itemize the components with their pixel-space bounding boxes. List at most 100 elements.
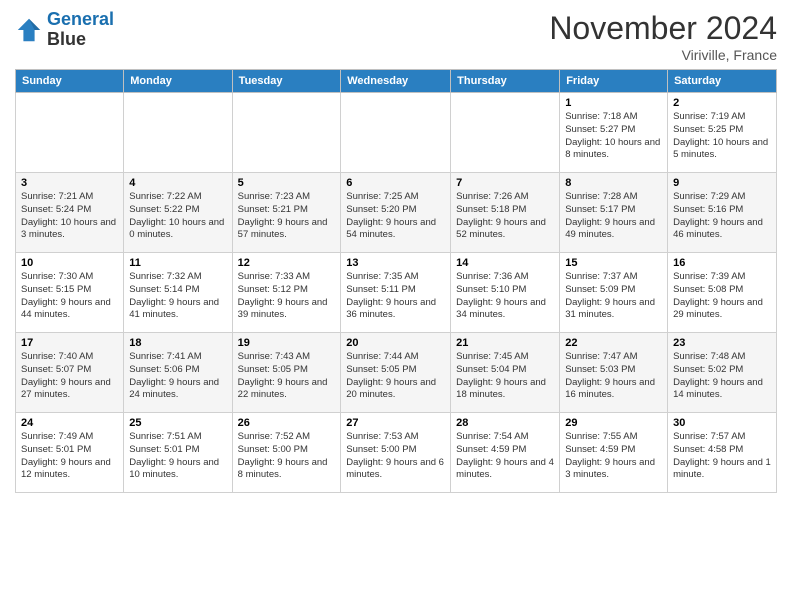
calendar-cell <box>451 93 560 173</box>
day-info: Sunrise: 7:47 AM Sunset: 5:03 PM Dayligh… <box>565 351 662 402</box>
day-info: Sunrise: 7:52 AM Sunset: 5:00 PM Dayligh… <box>238 431 336 482</box>
calendar-cell: 1 Sunrise: 7:18 AM Sunset: 5:27 PM Daylig… <box>560 93 668 173</box>
day-number: 29 <box>565 417 662 429</box>
calendar-header-row: SundayMondayTuesdayWednesdayThursdayFrid… <box>16 70 777 93</box>
day-info: Sunrise: 7:22 AM Sunset: 5:22 PM Dayligh… <box>129 191 226 242</box>
day-number: 19 <box>238 337 336 349</box>
calendar-week-5: 24Sunrise: 7:49 AM Sunset: 5:01 PM Dayli… <box>16 413 777 493</box>
day-number: 10 <box>21 257 118 269</box>
day-info: Sunrise: 7:43 AM Sunset: 5:05 PM Dayligh… <box>238 351 336 402</box>
calendar-cell: 12 Sunrise: 7:33 AM Sunset: 5:12 PM Dayli… <box>232 253 341 333</box>
logo-icon <box>15 16 43 44</box>
calendar-week-3: 10 Sunrise: 7:30 AM Sunset: 5:15 PM Dayli… <box>16 253 777 333</box>
calendar-cell: 27 Sunrise: 7:53 AM Sunset: 5:00 PM Dayli… <box>341 413 451 493</box>
calendar-cell: 8 Sunrise: 7:28 AM Sunset: 5:17 PM Daylig… <box>560 173 668 253</box>
day-number: 18 <box>129 337 226 349</box>
day-info: Sunrise: 7:55 AM Sunset: 4:59 PM Dayligh… <box>565 431 662 482</box>
calendar-cell: 4Sunrise: 7:22 AM Sunset: 5:22 PM Daylig… <box>124 173 232 253</box>
calendar-cell: 29 Sunrise: 7:55 AM Sunset: 4:59 PM Dayli… <box>560 413 668 493</box>
calendar-cell: 5Sunrise: 7:23 AM Sunset: 5:21 PM Daylig… <box>232 173 341 253</box>
calendar-cell: 30 Sunrise: 7:57 AM Sunset: 4:58 PM Dayli… <box>668 413 777 493</box>
day-number: 12 <box>238 257 336 269</box>
day-number: 20 <box>346 337 445 349</box>
day-number: 28 <box>456 417 554 429</box>
calendar-cell: 9 Sunrise: 7:29 AM Sunset: 5:16 PM Daylig… <box>668 173 777 253</box>
day-number: 9 <box>673 177 771 189</box>
calendar-cell: 3Sunrise: 7:21 AM Sunset: 5:24 PM Daylig… <box>16 173 124 253</box>
calendar-cell <box>341 93 451 173</box>
day-info: Sunrise: 7:26 AM Sunset: 5:18 PM Dayligh… <box>456 191 554 242</box>
day-info: Sunrise: 7:57 AM Sunset: 4:58 PM Dayligh… <box>673 431 771 482</box>
day-number: 23 <box>673 337 771 349</box>
weekday-header-thursday: Thursday <box>451 70 560 93</box>
calendar-cell: 16Sunrise: 7:39 AM Sunset: 5:08 PM Dayli… <box>668 253 777 333</box>
calendar-cell <box>16 93 124 173</box>
calendar-cell: 11 Sunrise: 7:32 AM Sunset: 5:14 PM Dayli… <box>124 253 232 333</box>
weekday-header-monday: Monday <box>124 70 232 93</box>
calendar-cell: 21 Sunrise: 7:45 AM Sunset: 5:04 PM Dayli… <box>451 333 560 413</box>
calendar-body: 1 Sunrise: 7:18 AM Sunset: 5:27 PM Daylig… <box>16 93 777 493</box>
day-number: 30 <box>673 417 771 429</box>
calendar-cell: 6 Sunrise: 7:25 AM Sunset: 5:20 PM Daylig… <box>341 173 451 253</box>
month-title: November 2024 <box>549 10 777 47</box>
weekday-header-friday: Friday <box>560 70 668 93</box>
day-number: 14 <box>456 257 554 269</box>
calendar-cell: 17Sunrise: 7:40 AM Sunset: 5:07 PM Dayli… <box>16 333 124 413</box>
day-info: Sunrise: 7:21 AM Sunset: 5:24 PM Dayligh… <box>21 191 118 242</box>
calendar-cell: 14 Sunrise: 7:36 AM Sunset: 5:10 PM Dayli… <box>451 253 560 333</box>
day-number: 13 <box>346 257 445 269</box>
calendar-cell <box>124 93 232 173</box>
day-number: 26 <box>238 417 336 429</box>
calendar-cell: 15Sunrise: 7:37 AM Sunset: 5:09 PM Dayli… <box>560 253 668 333</box>
logo: General Blue <box>15 10 114 50</box>
calendar-cell: 13 Sunrise: 7:35 AM Sunset: 5:11 PM Dayli… <box>341 253 451 333</box>
day-info: Sunrise: 7:54 AM Sunset: 4:59 PM Dayligh… <box>456 431 554 482</box>
day-number: 6 <box>346 177 445 189</box>
day-number: 27 <box>346 417 445 429</box>
day-number: 11 <box>129 257 226 269</box>
day-info: Sunrise: 7:33 AM Sunset: 5:12 PM Dayligh… <box>238 271 336 322</box>
calendar-cell: 18 Sunrise: 7:41 AM Sunset: 5:06 PM Dayli… <box>124 333 232 413</box>
day-number: 8 <box>565 177 662 189</box>
calendar-cell: 22 Sunrise: 7:47 AM Sunset: 5:03 PM Dayli… <box>560 333 668 413</box>
day-info: Sunrise: 7:29 AM Sunset: 5:16 PM Dayligh… <box>673 191 771 242</box>
main-container: General Blue November 2024 Viriville, Fr… <box>0 0 792 612</box>
day-number: 5 <box>238 177 336 189</box>
calendar-cell: 28 Sunrise: 7:54 AM Sunset: 4:59 PM Dayli… <box>451 413 560 493</box>
calendar-week-4: 17Sunrise: 7:40 AM Sunset: 5:07 PM Dayli… <box>16 333 777 413</box>
day-info: Sunrise: 7:53 AM Sunset: 5:00 PM Dayligh… <box>346 431 445 482</box>
calendar-week-1: 1 Sunrise: 7:18 AM Sunset: 5:27 PM Daylig… <box>16 93 777 173</box>
header: General Blue November 2024 Viriville, Fr… <box>15 10 777 63</box>
day-info: Sunrise: 7:49 AM Sunset: 5:01 PM Dayligh… <box>21 431 118 482</box>
day-number: 2 <box>673 97 771 109</box>
calendar-cell: 23Sunrise: 7:48 AM Sunset: 5:02 PM Dayli… <box>668 333 777 413</box>
day-info: Sunrise: 7:45 AM Sunset: 5:04 PM Dayligh… <box>456 351 554 402</box>
day-info: Sunrise: 7:36 AM Sunset: 5:10 PM Dayligh… <box>456 271 554 322</box>
logo-text: General Blue <box>47 10 114 50</box>
day-info: Sunrise: 7:18 AM Sunset: 5:27 PM Dayligh… <box>565 111 662 162</box>
calendar-table: SundayMondayTuesdayWednesdayThursdayFrid… <box>15 69 777 493</box>
day-info: Sunrise: 7:28 AM Sunset: 5:17 PM Dayligh… <box>565 191 662 242</box>
weekday-header-tuesday: Tuesday <box>232 70 341 93</box>
day-info: Sunrise: 7:51 AM Sunset: 5:01 PM Dayligh… <box>129 431 226 482</box>
location: Viriville, France <box>549 47 777 63</box>
calendar-cell: 26 Sunrise: 7:52 AM Sunset: 5:00 PM Dayli… <box>232 413 341 493</box>
day-info: Sunrise: 7:41 AM Sunset: 5:06 PM Dayligh… <box>129 351 226 402</box>
day-info: Sunrise: 7:44 AM Sunset: 5:05 PM Dayligh… <box>346 351 445 402</box>
day-number: 22 <box>565 337 662 349</box>
day-info: Sunrise: 7:30 AM Sunset: 5:15 PM Dayligh… <box>21 271 118 322</box>
day-info: Sunrise: 7:32 AM Sunset: 5:14 PM Dayligh… <box>129 271 226 322</box>
weekday-header-sunday: Sunday <box>16 70 124 93</box>
day-number: 17 <box>21 337 118 349</box>
day-number: 21 <box>456 337 554 349</box>
day-info: Sunrise: 7:39 AM Sunset: 5:08 PM Dayligh… <box>673 271 771 322</box>
weekday-header-wednesday: Wednesday <box>341 70 451 93</box>
day-number: 15 <box>565 257 662 269</box>
day-info: Sunrise: 7:25 AM Sunset: 5:20 PM Dayligh… <box>346 191 445 242</box>
day-number: 7 <box>456 177 554 189</box>
calendar-cell: 7 Sunrise: 7:26 AM Sunset: 5:18 PM Daylig… <box>451 173 560 253</box>
calendar-cell: 2Sunrise: 7:19 AM Sunset: 5:25 PM Daylig… <box>668 93 777 173</box>
day-number: 1 <box>565 97 662 109</box>
calendar-cell: 24Sunrise: 7:49 AM Sunset: 5:01 PM Dayli… <box>16 413 124 493</box>
day-info: Sunrise: 7:35 AM Sunset: 5:11 PM Dayligh… <box>346 271 445 322</box>
